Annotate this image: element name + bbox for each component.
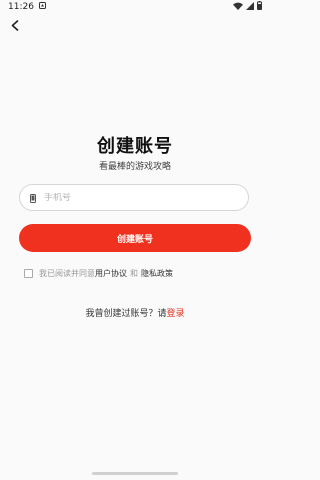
battery-icon	[257, 1, 262, 13]
privacy-policy-link[interactable]: 隐私政策	[141, 268, 173, 279]
phone-icon	[30, 188, 36, 207]
page-title: 创建账号	[97, 136, 173, 157]
chevron-left-icon	[11, 19, 19, 31]
wifi-icon	[233, 2, 243, 13]
notification-icon	[38, 2, 46, 12]
login-prompt: 我曾创建过账号？请登录	[0, 306, 270, 319]
agreement-row: 我已阅读并同意 用户协议 和 隐私政策	[24, 268, 173, 279]
status-bar: 11:26	[0, 0, 270, 14]
login-link[interactable]: 登录	[167, 309, 185, 319]
create-account-button[interactable]: 创建账号	[19, 224, 251, 252]
login-prompt-text: 我曾创建过账号？请	[85, 309, 167, 319]
phone-input[interactable]	[44, 192, 224, 203]
agreement-checkbox[interactable]	[24, 269, 33, 278]
agreement-prefix: 我已阅读并同意	[39, 269, 95, 278]
agreement-conjunction: 和	[130, 269, 138, 278]
phone-field[interactable]	[19, 184, 249, 211]
user-agreement-link[interactable]: 用户协议	[95, 268, 127, 279]
home-indicator	[92, 472, 178, 475]
signal-icon	[246, 1, 254, 13]
status-icons	[233, 1, 262, 13]
status-time: 11:26	[8, 2, 34, 12]
page-subtitle: 看最棒的游戏攻略	[98, 162, 171, 172]
back-button[interactable]	[8, 18, 22, 32]
create-account-screen: 11:26 创建账号 看最棒的游戏攻略 创建账号 我已阅读并同意 用户	[0, 0, 270, 480]
